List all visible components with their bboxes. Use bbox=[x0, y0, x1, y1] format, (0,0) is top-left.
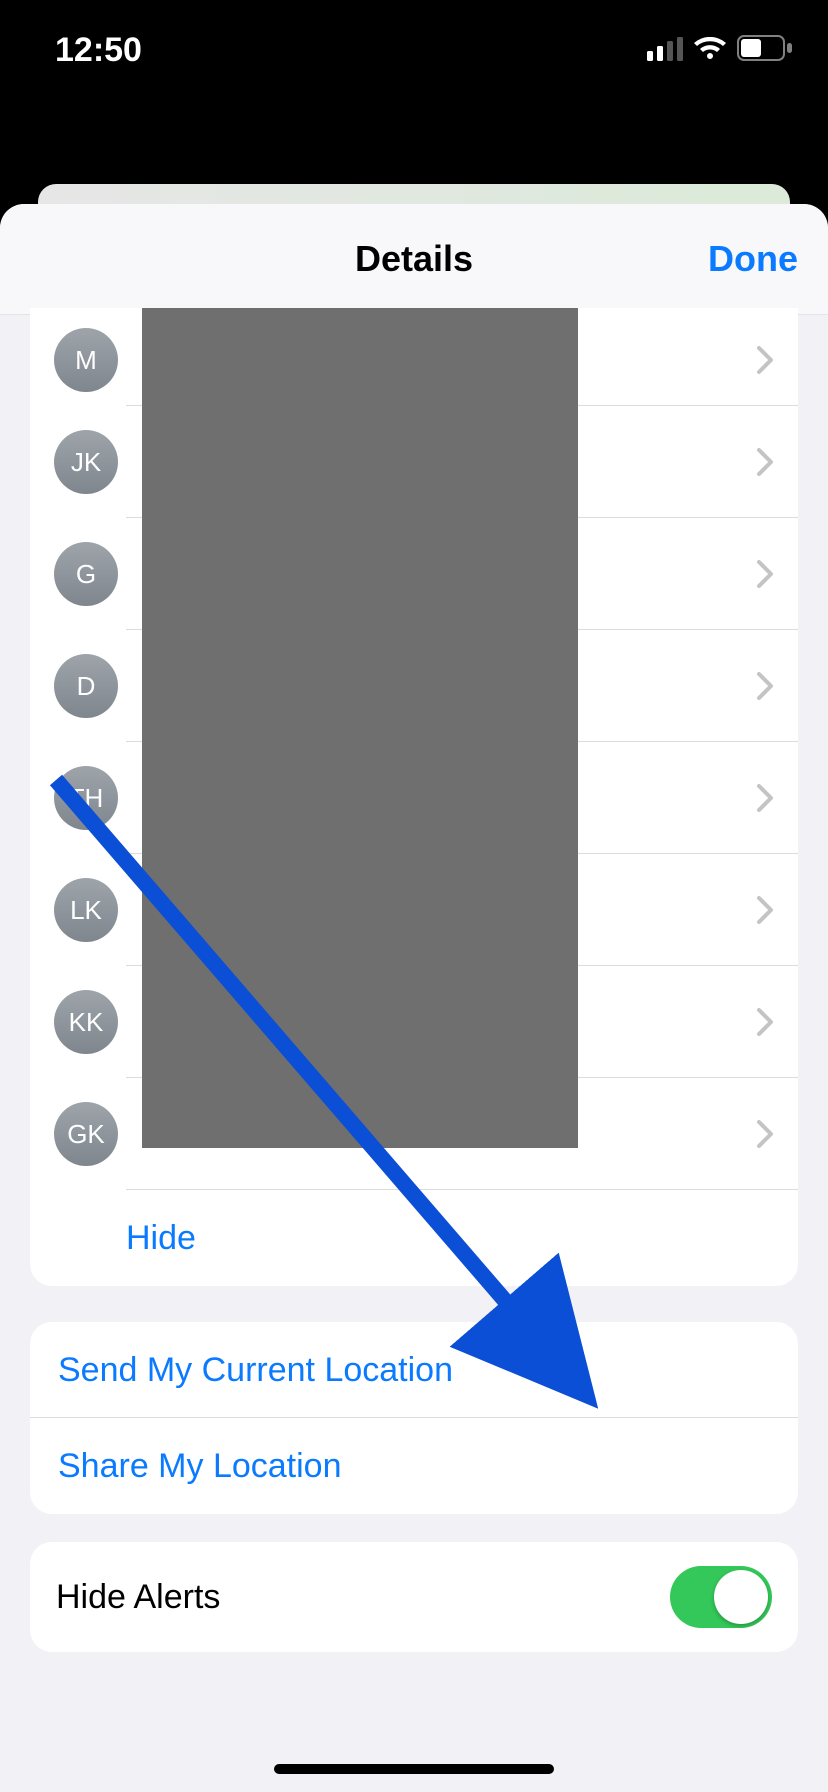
avatar: G bbox=[54, 542, 118, 606]
redaction-overlay bbox=[142, 308, 578, 1148]
send-current-location-button[interactable]: Send My Current Location bbox=[30, 1322, 798, 1418]
avatar: D bbox=[54, 654, 118, 718]
chevron-right-icon bbox=[756, 671, 774, 701]
done-button[interactable]: Done bbox=[708, 238, 798, 280]
status-time: 12:50 bbox=[55, 31, 142, 70]
chevron-right-icon bbox=[756, 345, 774, 375]
alerts-group: Hide Alerts bbox=[30, 1542, 798, 1652]
avatar-initials: JK bbox=[71, 447, 101, 478]
status-indicators bbox=[647, 31, 793, 70]
chevron-right-icon bbox=[756, 559, 774, 589]
avatar: TH bbox=[54, 766, 118, 830]
avatar-initials: TH bbox=[69, 783, 104, 814]
hide-participants-button[interactable]: Hide bbox=[30, 1190, 798, 1286]
avatar: LK bbox=[54, 878, 118, 942]
hide-label: Hide bbox=[126, 1219, 196, 1258]
participants-group: M JK G D TH bbox=[30, 308, 798, 1286]
nav-title: Details bbox=[355, 238, 473, 280]
avatar-initials: M bbox=[75, 345, 97, 376]
avatar-initials: G bbox=[76, 559, 96, 590]
hide-alerts-label: Hide Alerts bbox=[56, 1578, 220, 1617]
location-group: Send My Current Location Share My Locati… bbox=[30, 1322, 798, 1514]
avatar: KK bbox=[54, 990, 118, 1054]
chevron-right-icon bbox=[756, 783, 774, 813]
avatar: JK bbox=[54, 430, 118, 494]
avatar: GK bbox=[54, 1102, 118, 1166]
wifi-icon bbox=[693, 31, 727, 70]
hide-alerts-toggle[interactable] bbox=[670, 1566, 772, 1628]
avatar: M bbox=[54, 328, 118, 392]
background-card bbox=[38, 184, 790, 206]
share-my-location-button[interactable]: Share My Location bbox=[30, 1418, 798, 1514]
avatar-initials: GK bbox=[67, 1119, 105, 1150]
avatar-initials: KK bbox=[69, 1007, 104, 1038]
chevron-right-icon bbox=[756, 447, 774, 477]
sheet-content: M JK G D TH bbox=[0, 314, 828, 1792]
cellular-icon bbox=[647, 31, 683, 70]
toggle-knob bbox=[714, 1570, 768, 1624]
home-indicator[interactable] bbox=[274, 1764, 554, 1774]
status-bar: 12:50 bbox=[0, 0, 828, 100]
hide-alerts-row: Hide Alerts bbox=[30, 1542, 798, 1652]
battery-icon bbox=[737, 31, 793, 70]
details-sheet: Details Done M JK G D bbox=[0, 204, 828, 1792]
send-location-label: Send My Current Location bbox=[58, 1351, 453, 1390]
chevron-right-icon bbox=[756, 1007, 774, 1037]
chevron-right-icon bbox=[756, 1119, 774, 1149]
nav-bar: Details Done bbox=[0, 204, 828, 315]
avatar-initials: LK bbox=[70, 895, 102, 926]
chevron-right-icon bbox=[756, 895, 774, 925]
avatar-initials: D bbox=[77, 671, 96, 702]
share-location-label: Share My Location bbox=[58, 1447, 342, 1486]
